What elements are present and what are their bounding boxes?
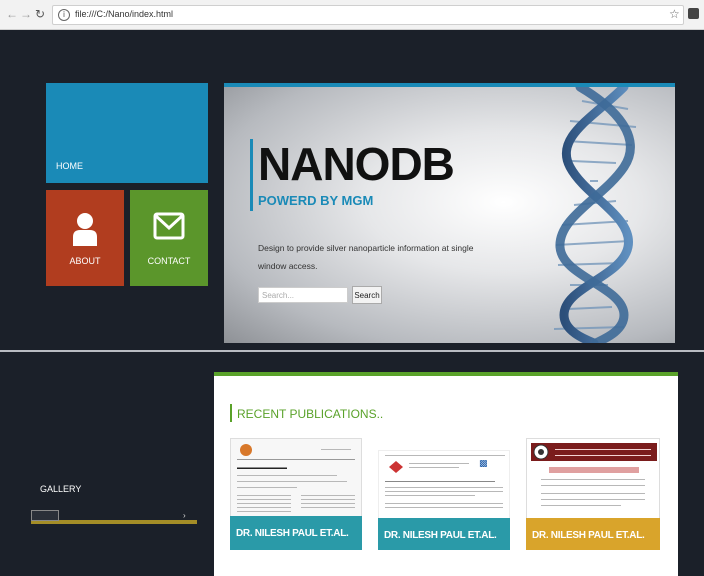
home-tile[interactable]: HOME <box>46 83 208 183</box>
journal-logo-icon <box>389 461 403 473</box>
hero-accent-bar <box>250 139 253 211</box>
publications-panel: RECENT PUBLICATIONS.. ▬▬▬▬▬▬▬▬▬▬ DR. NIL… <box>214 372 678 576</box>
hero-description: Design to provide silver nanoparticle in… <box>258 243 474 271</box>
search-input[interactable] <box>258 287 348 303</box>
section-divider <box>0 350 704 352</box>
publication-card[interactable]: DR. NILESH PAUL ET.AL. <box>526 438 660 550</box>
extension-icon[interactable] <box>688 8 699 19</box>
contact-tile-label: CONTACT <box>147 256 191 266</box>
envelope-icon <box>153 212 185 242</box>
gallery-slider[interactable]: › <box>31 510 197 525</box>
publication-caption: DR. NILESH PAUL ET.AL. <box>378 518 510 550</box>
info-icon[interactable]: i <box>58 9 70 21</box>
journal-logo-icon <box>240 444 252 456</box>
reload-icon[interactable]: ↻ <box>35 8 45 20</box>
contact-tile[interactable]: CONTACT <box>130 190 208 286</box>
about-tile-label: ABOUT <box>69 256 101 266</box>
journal-mark-icon: ▩ <box>479 459 488 469</box>
hero-subtitle: POWERD BY MGM <box>258 193 374 208</box>
publications-title: RECENT PUBLICATIONS.. <box>237 407 384 421</box>
slider-thumb[interactable] <box>31 510 59 521</box>
address-url[interactable]: file:///C:/Nano/index.html <box>75 9 173 19</box>
publication-card[interactable]: ▩ DR. NILESH PAUL ET.AL. <box>378 450 510 550</box>
about-tile[interactable]: ABOUT <box>46 190 124 286</box>
publications-accent-bar <box>230 404 232 422</box>
hero-banner: NANODB POWERD BY MGM Design to provide s… <box>224 83 675 343</box>
journal-logo-icon <box>533 444 549 460</box>
address-bar[interactable]: i file:///C:/Nano/index.html ☆ <box>52 5 684 25</box>
search-button[interactable]: Search <box>352 286 382 304</box>
hero-title: NANODB <box>258 138 455 190</box>
gallery-label: GALLERY <box>40 484 82 494</box>
dna-helix-icon <box>553 87 637 343</box>
browser-toolbar: ← → ↻ i file:///C:/Nano/index.html ☆ <box>0 0 704 30</box>
forward-icon[interactable]: → <box>20 8 32 20</box>
home-tile-label: HOME <box>56 161 83 171</box>
publication-card[interactable]: ▬▬▬▬▬▬▬▬▬▬ DR. NILESH PAUL ET.AL. <box>230 438 362 550</box>
publication-caption: DR. NILESH PAUL ET.AL. <box>230 516 362 550</box>
journal-header <box>531 443 657 461</box>
publication-caption: DR. NILESH PAUL ET.AL. <box>526 518 660 550</box>
back-icon[interactable]: ← <box>6 8 18 20</box>
person-icon <box>72 212 98 248</box>
next-arrow-icon[interactable]: › <box>183 511 186 520</box>
star-icon[interactable]: ☆ <box>669 8 680 20</box>
